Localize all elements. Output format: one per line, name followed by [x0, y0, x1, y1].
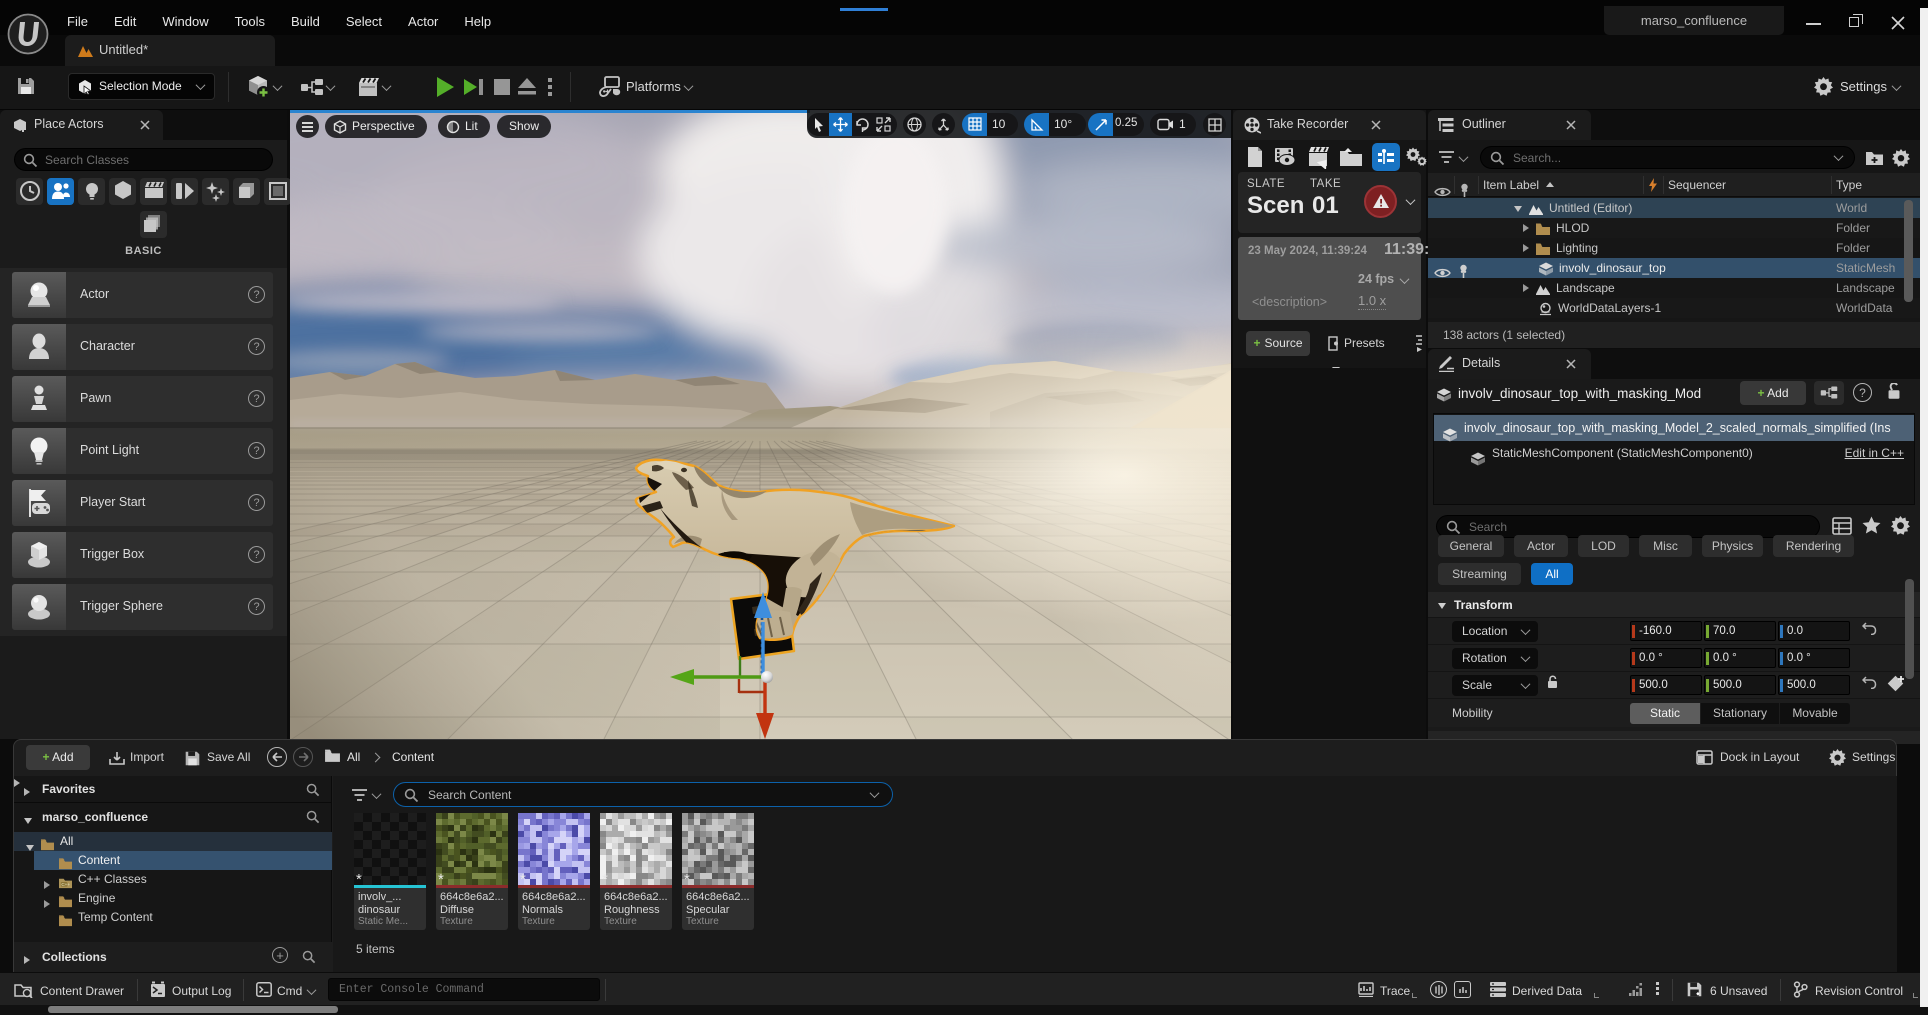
svg-text:C++: C++: [61, 882, 70, 887]
